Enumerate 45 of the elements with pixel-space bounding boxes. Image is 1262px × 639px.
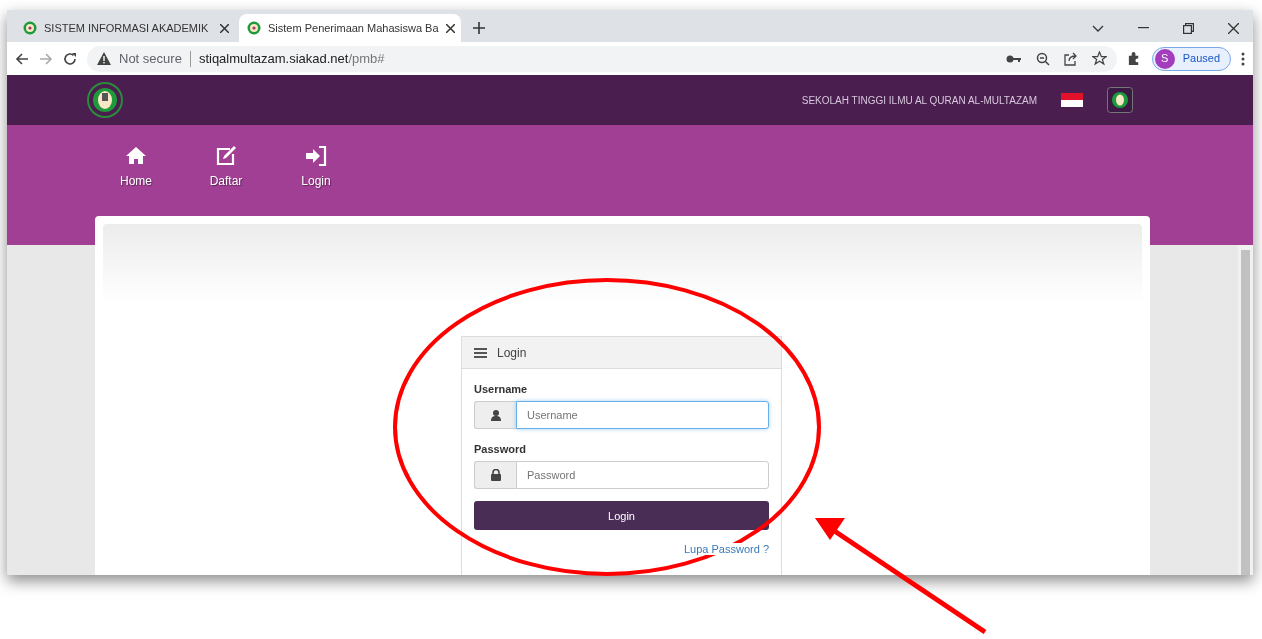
warning-icon bbox=[97, 52, 111, 65]
home-icon bbox=[125, 145, 147, 166]
field-label: Password bbox=[474, 443, 527, 457]
user-icon bbox=[490, 409, 501, 421]
nav-link[interactable]: Login bbox=[289, 145, 343, 190]
panel-title: Login bbox=[497, 344, 527, 362]
star-icon[interactable] bbox=[1091, 51, 1107, 66]
key-icon[interactable] bbox=[1005, 53, 1022, 64]
sign-in-icon bbox=[305, 145, 327, 166]
forgot-password-link[interactable]: Lupa Password ? bbox=[684, 543, 769, 556]
reload-icon[interactable] bbox=[63, 51, 77, 66]
new-tab-icon[interactable] bbox=[473, 22, 485, 34]
password-field[interactable]: Password bbox=[516, 461, 769, 490]
username-field[interactable]: Username bbox=[516, 401, 769, 430]
nav-link[interactable]: Daftar bbox=[199, 145, 253, 190]
zoom-out-icon[interactable] bbox=[1035, 51, 1050, 66]
minimize-icon[interactable] bbox=[1138, 27, 1149, 29]
url-text: stiqalmultazam.siakad.net/pmb# bbox=[198, 49, 385, 68]
close-icon[interactable] bbox=[220, 23, 229, 33]
site-icon bbox=[247, 21, 261, 35]
browser-tab[interactable]: SISTEM INFORMASI AKADEMIK bbox=[15, 14, 237, 42]
more-icon[interactable] bbox=[1241, 51, 1245, 66]
restore-icon[interactable] bbox=[1183, 22, 1194, 34]
profile-button[interactable]: S Paused bbox=[1151, 46, 1231, 71]
close-icon[interactable] bbox=[445, 23, 455, 33]
logo-icon[interactable] bbox=[1107, 87, 1133, 113]
chevron-icon[interactable] bbox=[1092, 24, 1104, 32]
panel-icon bbox=[474, 347, 487, 358]
browser-tab[interactable]: Sistem Penerimaan Mahasiswa Ba bbox=[239, 14, 461, 42]
address-bar[interactable]: Not secure stiqalmultazam.siakad.net/pmb# bbox=[87, 45, 1117, 72]
edit-icon bbox=[215, 145, 237, 166]
security-label: Not secure bbox=[119, 49, 182, 68]
institution-name: SEKOLAH TINGGI ILMU AL QURAN AL-MULTAZAM bbox=[801, 93, 1037, 108]
share-icon[interactable] bbox=[1063, 51, 1078, 66]
close-icon[interactable] bbox=[1228, 22, 1239, 34]
lock-icon bbox=[490, 469, 501, 482]
back-icon[interactable] bbox=[15, 51, 29, 66]
nav-link[interactable]: Home bbox=[109, 145, 163, 190]
site-icon bbox=[23, 21, 37, 35]
scrollbar[interactable] bbox=[1238, 245, 1253, 575]
flag-icon[interactable] bbox=[1061, 93, 1083, 107]
logo-icon bbox=[87, 82, 123, 118]
login-button[interactable]: Login bbox=[474, 501, 769, 531]
field-label: Username bbox=[474, 383, 529, 397]
avatar: S bbox=[1154, 48, 1175, 69]
